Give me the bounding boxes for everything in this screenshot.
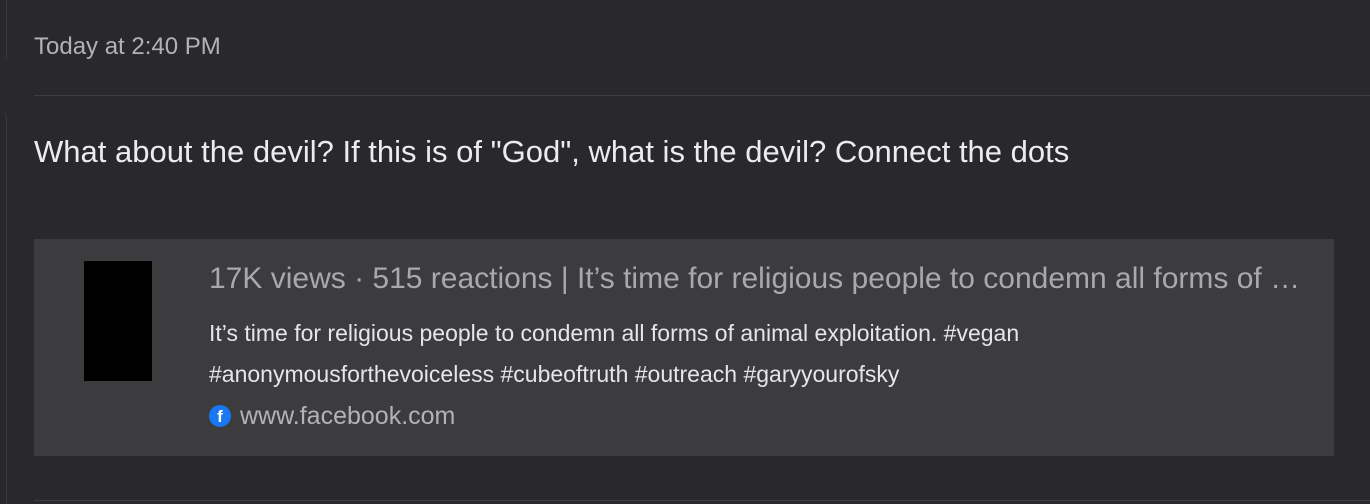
facebook-icon: f bbox=[209, 405, 231, 427]
divider bbox=[34, 500, 1370, 501]
link-preview-card[interactable]: 17K views · 515 reactions | It’s time fo… bbox=[34, 239, 1334, 456]
divider bbox=[34, 95, 1370, 96]
message-view: Today at 2:40 PM What about the devil? I… bbox=[0, 0, 1370, 504]
link-preview-description: It’s time for religious people to condem… bbox=[209, 320, 1020, 387]
link-preview-title[interactable]: 17K views · 515 reactions | It’s time fo… bbox=[209, 260, 1314, 298]
previous-message-edge bbox=[0, 0, 7, 62]
message-timestamp: Today at 2:40 PM bbox=[34, 33, 221, 60]
link-preview-thumbnail[interactable] bbox=[84, 261, 152, 381]
link-preview-source[interactable]: f www.facebook.com bbox=[209, 399, 455, 433]
message-bubble-edge bbox=[0, 112, 7, 504]
link-preview-domain[interactable]: www.facebook.com bbox=[240, 401, 455, 431]
message-text[interactable]: What about the devil? If this is of "God… bbox=[34, 133, 1069, 171]
